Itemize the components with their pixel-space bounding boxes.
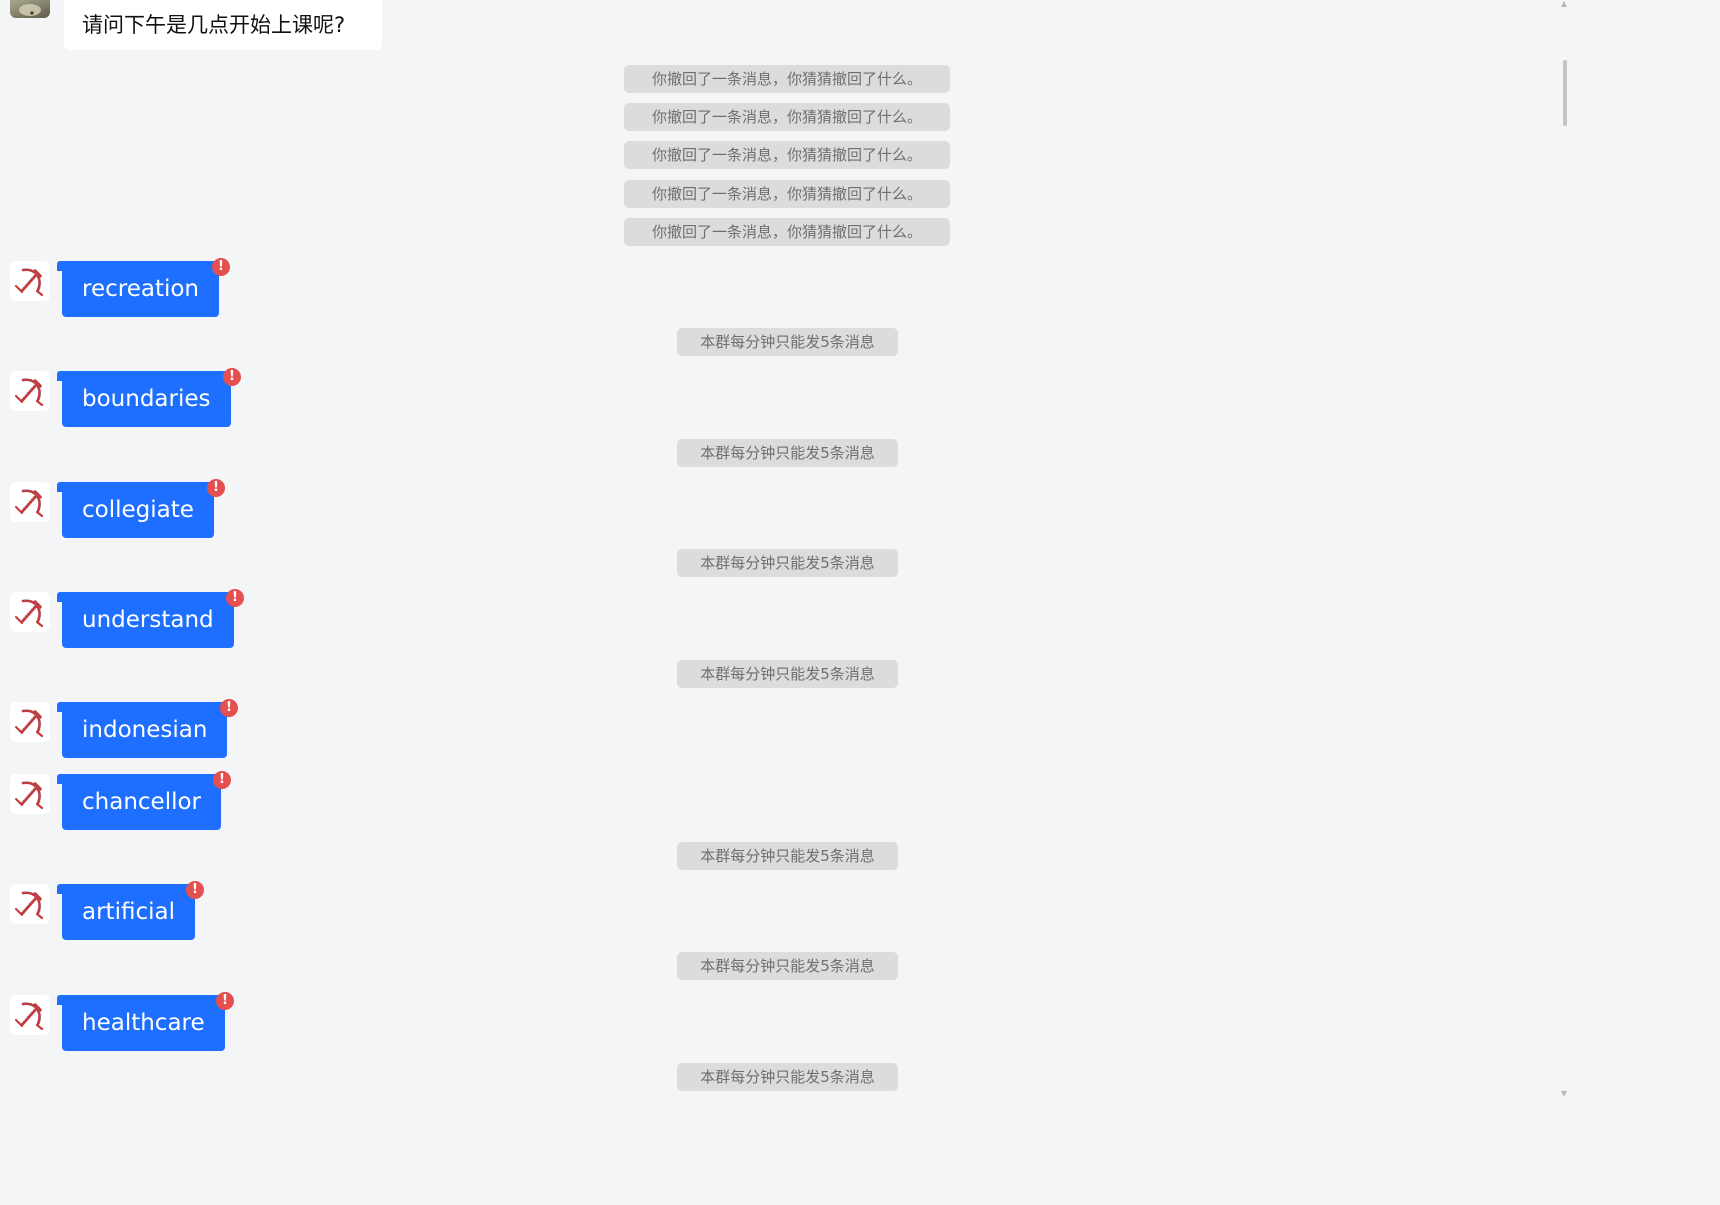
sent-message-text: collegiate	[82, 497, 194, 523]
recall-notice: 你撤回了一条消息，你猜猜撤回了什么。	[624, 141, 950, 169]
recall-notice-text: 你撤回了一条消息，你猜猜撤回了什么。	[651, 146, 922, 164]
send-failed-icon[interactable]: !	[226, 589, 244, 607]
send-failed-icon[interactable]: !	[216, 992, 234, 1010]
send-failed-icon[interactable]: !	[213, 771, 231, 789]
sent-message-text: boundaries	[82, 386, 211, 412]
rate-limit-notice-text: 本群每分钟只能发5条消息	[700, 957, 875, 975]
recall-notice: 你撤回了一条消息，你猜猜撤回了什么。	[624, 218, 950, 246]
send-failed-icon[interactable]: !	[186, 881, 204, 899]
my-avatar[interactable]	[10, 261, 50, 301]
my-avatar[interactable]	[10, 371, 50, 411]
sent-message-bubble[interactable]: indonesian	[56, 702, 228, 758]
rate-limit-notice: 本群每分钟只能发5条消息	[677, 952, 898, 980]
rate-limit-notice: 本群每分钟只能发5条消息	[677, 328, 898, 356]
sent-message-bubble[interactable]: understand	[57, 592, 234, 648]
my-avatar[interactable]	[10, 482, 50, 522]
recall-notice-text: 你撤回了一条消息，你猜猜撤回了什么。	[651, 70, 922, 88]
rate-limit-notice-text: 本群每分钟只能发5条消息	[700, 333, 875, 351]
send-failed-icon[interactable]: !	[223, 368, 241, 386]
incoming-message-bubble[interactable]: 请问下午是几点开始上课呢?	[64, 0, 382, 50]
rate-limit-notice-text: 本群每分钟只能发5条消息	[700, 1068, 875, 1086]
sent-message-text: artificial	[82, 899, 175, 925]
recall-notice: 你撤回了一条消息，你猜猜撤回了什么。	[624, 65, 950, 93]
sent-message-bubble[interactable]: healthcare	[57, 995, 225, 1051]
send-failed-icon[interactable]: !	[220, 699, 238, 717]
sent-message-text: recreation	[82, 276, 199, 302]
vertical-scrollbar[interactable]: ▲ ▼	[1560, 0, 1568, 1099]
rate-limit-notice-text: 本群每分钟只能发5条消息	[700, 444, 875, 462]
my-avatar[interactable]	[10, 884, 50, 924]
sent-message-text: understand	[82, 607, 214, 633]
my-avatar[interactable]	[10, 774, 50, 814]
rate-limit-notice-text: 本群每分钟只能发5条消息	[700, 847, 875, 865]
my-avatar[interactable]	[10, 592, 50, 632]
sent-message-text: indonesian	[82, 717, 208, 743]
sent-message-text: healthcare	[82, 1010, 205, 1036]
photo-avatar-icon	[19, 4, 41, 16]
recall-notice: 你撤回了一条消息，你猜猜撤回了什么。	[624, 103, 950, 131]
rate-limit-notice: 本群每分钟只能发5条消息	[677, 660, 898, 688]
recall-notice-text: 你撤回了一条消息，你猜猜撤回了什么。	[651, 108, 922, 126]
chat-message-area[interactable]: 请问下午是几点开始上课呢? 你撤回了一条消息，你猜猜撤回了什么。 你撤回了一条消…	[0, 0, 1560, 1099]
sent-message-text: chancellor	[82, 789, 201, 815]
hammer-and-sickle-icon	[10, 261, 50, 301]
sent-message-bubble[interactable]: recreation	[57, 261, 219, 317]
scrollbar-thumb[interactable]	[1563, 60, 1567, 126]
hammer-and-sickle-icon	[10, 884, 50, 924]
recall-notice-text: 你撤回了一条消息，你猜猜撤回了什么。	[651, 185, 922, 203]
my-avatar[interactable]	[10, 995, 50, 1035]
rate-limit-notice-text: 本群每分钟只能发5条消息	[700, 665, 875, 683]
scroll-up-arrow-icon[interactable]: ▲	[1560, 0, 1568, 8]
sent-message-bubble[interactable]: chancellor	[57, 774, 221, 830]
hammer-and-sickle-icon	[10, 482, 50, 522]
hammer-and-sickle-icon	[10, 995, 50, 1035]
incoming-message-text: 请问下午是几点开始上课呢?	[82, 13, 346, 37]
rate-limit-notice: 本群每分钟只能发5条消息	[677, 842, 898, 870]
my-avatar[interactable]	[10, 702, 50, 742]
sent-message-bubble[interactable]: boundaries	[57, 371, 231, 427]
scroll-down-arrow-icon[interactable]: ▼	[1560, 1090, 1568, 1098]
sent-message-bubble[interactable]: collegiate	[57, 482, 214, 538]
send-failed-icon[interactable]: !	[212, 258, 230, 276]
recall-notice-text: 你撤回了一条消息，你猜猜撤回了什么。	[651, 223, 922, 241]
rate-limit-notice: 本群每分钟只能发5条消息	[677, 439, 898, 467]
hammer-and-sickle-icon	[10, 592, 50, 632]
send-failed-icon[interactable]: !	[207, 479, 225, 497]
rate-limit-notice: 本群每分钟只能发5条消息	[677, 549, 898, 577]
rate-limit-notice: 本群每分钟只能发5条消息	[677, 1063, 898, 1091]
rate-limit-notice-text: 本群每分钟只能发5条消息	[700, 554, 875, 572]
hammer-and-sickle-icon	[10, 702, 50, 742]
contact-avatar[interactable]	[10, 0, 50, 18]
sent-message-bubble[interactable]: artificial	[57, 884, 195, 940]
hammer-and-sickle-icon	[10, 774, 50, 814]
hammer-and-sickle-icon	[10, 371, 50, 411]
recall-notice: 你撤回了一条消息，你猜猜撤回了什么。	[624, 180, 950, 208]
